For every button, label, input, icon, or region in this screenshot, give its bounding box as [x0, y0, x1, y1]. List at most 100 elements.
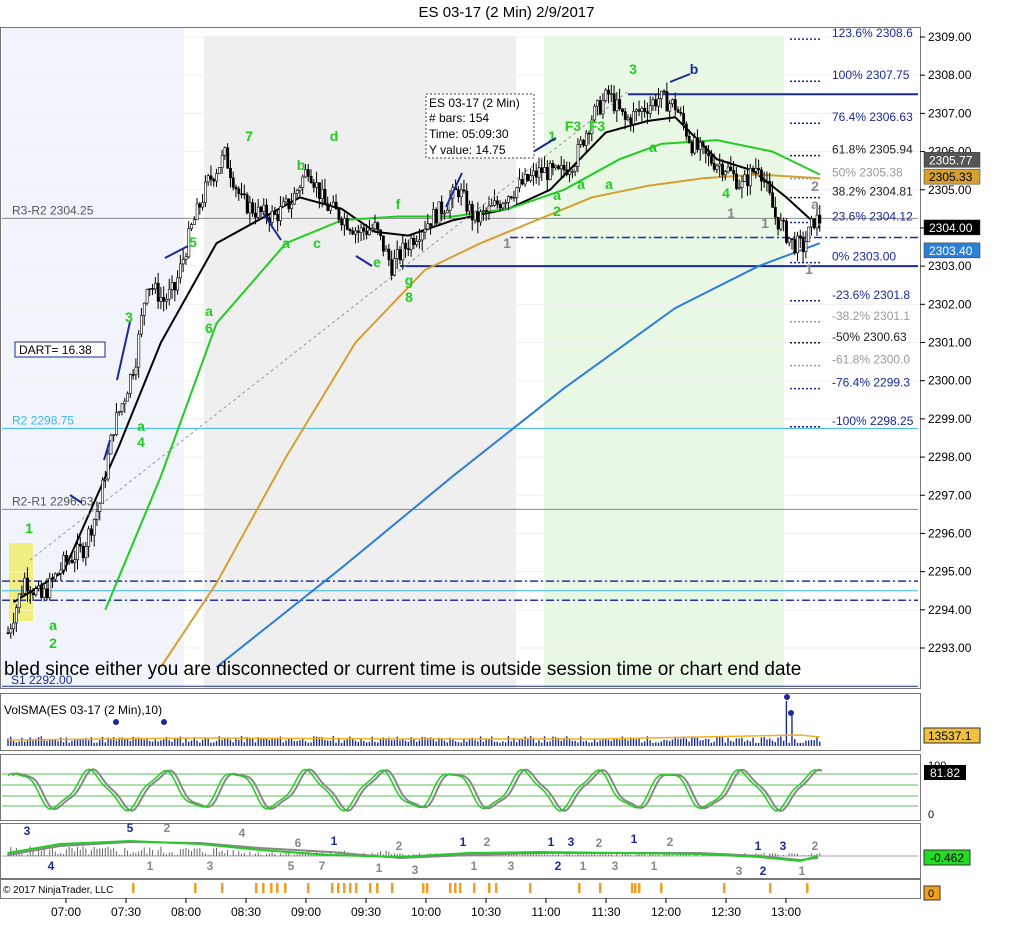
candle-body	[573, 166, 577, 172]
candle-body	[473, 211, 477, 221]
macd-label: 3	[24, 824, 31, 838]
wave-label: 1	[761, 215, 769, 231]
candle-body	[298, 187, 302, 191]
wave-label: 2	[811, 178, 819, 194]
candle-body	[565, 169, 569, 175]
candle-body	[62, 554, 66, 571]
candle-body	[262, 204, 266, 212]
candle-body	[732, 170, 736, 175]
candle-body	[140, 315, 143, 335]
candle-body	[42, 588, 46, 598]
bottom-marker	[806, 883, 809, 893]
time-axis[interactable]: 07:00 07:30 08:00 08:30 09:00 09:30 10:00 10:30…	[51, 898, 801, 919]
candle-body	[735, 173, 738, 189]
candle-body	[568, 170, 572, 175]
candle-body	[295, 190, 299, 194]
candle-body	[226, 147, 230, 169]
x-tick-label: 13:00	[771, 905, 801, 919]
candle-body	[393, 258, 396, 276]
wave-label: a	[577, 176, 585, 192]
candle-body	[785, 220, 788, 243]
price-badge: 2305.77	[929, 153, 973, 167]
candle-body	[320, 188, 324, 199]
candle-body	[512, 197, 516, 199]
candle-body	[142, 302, 146, 316]
candle-body	[237, 188, 241, 195]
candle-body	[9, 628, 13, 634]
candle-body	[348, 229, 352, 232]
candle-body	[721, 163, 724, 176]
candle-body	[306, 169, 310, 177]
candle-body	[123, 400, 127, 405]
candle-body	[546, 167, 549, 180]
candle-body	[557, 165, 560, 170]
fib-label: -100% 2298.25	[832, 414, 914, 428]
macd-label: 4	[239, 826, 246, 840]
candle-body	[532, 170, 535, 176]
candle-body	[793, 239, 797, 254]
candle-body	[757, 167, 761, 171]
candle-body	[629, 117, 633, 125]
candle-body	[359, 227, 363, 233]
candle-body	[559, 165, 563, 170]
candle-body	[476, 211, 480, 223]
y-tick-label: 2296.00	[928, 526, 972, 540]
info-line-time: Time: 05:09:30	[429, 127, 509, 141]
wave-label: a	[205, 303, 213, 319]
bottom-marker	[194, 883, 197, 893]
candle-body	[365, 230, 369, 235]
candle-body	[37, 585, 41, 590]
candle-body	[648, 105, 652, 114]
fib-label: 38.2% 2304.81	[832, 185, 913, 199]
candle-body	[418, 239, 421, 242]
candle-body	[571, 170, 574, 173]
macd-label: 4	[48, 859, 55, 873]
candle-body	[345, 218, 349, 230]
price-axis[interactable]: 2293.00 2294.00 2295.00 2296.00 2297.00 2298.…	[920, 30, 972, 655]
info-box: ES 03-17 (2 Min) # bars: 154 Time: 05:09…	[425, 93, 535, 159]
candle-body	[501, 203, 505, 209]
wave-label: a	[282, 235, 290, 251]
candle-body	[459, 189, 463, 198]
candle-body	[190, 224, 193, 230]
wave-label: 1	[727, 205, 735, 221]
candle-body	[201, 202, 205, 208]
stochastic-panel	[2, 768, 918, 813]
candle-body	[537, 167, 541, 178]
candle-body	[101, 479, 105, 504]
wave-label: 4	[722, 185, 730, 201]
candle-body	[646, 111, 649, 114]
candle-body	[148, 288, 152, 290]
volume-dot	[161, 719, 167, 725]
wave-label: c	[313, 235, 321, 251]
candle-body	[765, 180, 769, 183]
bottom-marker	[578, 883, 581, 893]
bottom-marker	[488, 883, 491, 893]
candle-body	[151, 288, 155, 290]
candle-body	[284, 198, 288, 203]
candle-body	[443, 212, 446, 215]
y-tick-label: 2305.00	[928, 183, 972, 197]
candle-body	[679, 112, 683, 114]
candle-body	[484, 210, 488, 212]
y-tick-label: 2293.00	[928, 641, 972, 655]
price-badge: 2305.33	[929, 170, 973, 184]
candle-body	[609, 93, 613, 96]
macd-label: 2	[396, 839, 403, 853]
x-tick-label: 12:30	[711, 905, 741, 919]
candle-body	[432, 209, 435, 227]
chart-canvas[interactable]: R3-R2 2304.25R2 2298.75R2-R1 2296.63 123…	[0, 26, 1013, 952]
candle-body	[598, 100, 602, 115]
fib-label: 23.6% 2304.12	[832, 209, 913, 223]
candle-body	[787, 238, 791, 243]
candle-body	[690, 141, 694, 154]
candle-body	[184, 256, 188, 260]
candle-body	[815, 214, 819, 229]
macd-label: 1	[755, 839, 762, 853]
wave-label: a	[605, 176, 613, 192]
candle-body	[671, 99, 674, 105]
candle-body	[798, 235, 802, 239]
candle-body	[234, 186, 238, 190]
candle-body	[376, 222, 380, 231]
candle-body	[701, 141, 705, 147]
